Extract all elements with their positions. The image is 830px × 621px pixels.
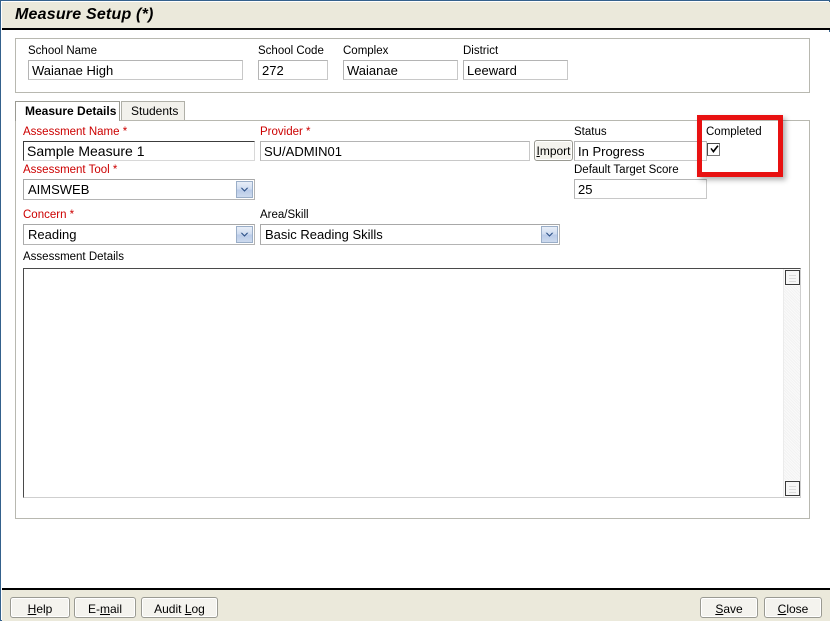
assessment-tool-label-text: Assessment Tool [23, 164, 110, 176]
assessment-tool-label: Assessment Tool * [23, 164, 117, 176]
email-pre: E- [87, 602, 100, 616]
save-post: ave [723, 602, 743, 616]
scrollbar-track[interactable] [784, 286, 800, 480]
provider-required-marker: * [306, 126, 311, 138]
window-title: Measure Setup (*) [15, 6, 154, 23]
checkmark-icon [710, 145, 719, 153]
district-input[interactable] [463, 60, 568, 80]
status-input[interactable] [574, 141, 707, 161]
measure-setup-window: Measure Setup (*) School Name School Cod… [0, 0, 830, 621]
close-button[interactable]: Close [764, 597, 822, 618]
assessment-tool-value: AIMSWEB [28, 182, 90, 197]
window-titlebar: Measure Setup (*) [2, 2, 830, 30]
window-content: School Name School Code Complex District… [2, 32, 830, 588]
import-button[interactable]: Import [534, 140, 573, 161]
area-skill-label: Area/Skill [260, 209, 309, 221]
scroll-up-button[interactable] [785, 270, 800, 285]
school-info-panel: School Name School Code Complex District [15, 38, 810, 93]
complex-input[interactable] [343, 60, 458, 80]
bottom-button-bar: Help E-mail Audit Log Save Close [2, 588, 830, 621]
completed-checkbox[interactable] [707, 143, 720, 156]
complex-label: Complex [343, 45, 389, 57]
school-code-label: School Code [258, 45, 324, 57]
assessment-details-text[interactable] [24, 269, 783, 497]
help-post: elp [36, 602, 53, 616]
area-skill-dropdown-button[interactable] [541, 226, 558, 243]
tabstrip: Measure Details Students [15, 101, 810, 121]
help-button-label: Help [11, 603, 69, 615]
area-skill-value: Basic Reading Skills [265, 227, 383, 242]
audit-log-post: og [191, 602, 205, 616]
save-button-label: Save [701, 603, 757, 615]
completed-label: Completed [706, 126, 762, 138]
concern-label-text: Concern [23, 209, 67, 221]
close-button-label: Close [765, 603, 821, 615]
provider-label: Provider * [260, 126, 311, 138]
help-button[interactable]: Help [10, 597, 70, 618]
provider-input[interactable] [260, 141, 530, 161]
assessment-tool-required-marker: * [112, 164, 118, 176]
assessment-details-label: Assessment Details [23, 251, 124, 263]
status-label: Status [574, 126, 607, 138]
email-post: ail [109, 602, 122, 616]
school-code-input[interactable] [258, 60, 328, 80]
concern-required-marker: * [69, 209, 75, 221]
email-mnemonic: m [99, 602, 110, 616]
assessment-name-required-marker: * [122, 126, 128, 138]
audit-log-pre: Audit [154, 602, 185, 616]
scroll-down-button[interactable] [785, 481, 800, 496]
email-button[interactable]: E-mail [74, 597, 136, 618]
assessment-tool-select[interactable]: AIMSWEB [23, 179, 255, 200]
assessment-details-field[interactable] [23, 268, 801, 498]
assessment-tool-dropdown-button[interactable] [236, 181, 253, 198]
tab-students[interactable]: Students [121, 101, 185, 121]
district-label: District [463, 45, 499, 57]
default-target-score-label: Default Target Score [574, 164, 679, 176]
assessment-details-scrollbar[interactable] [783, 269, 800, 497]
concern-label: Concern * [23, 209, 74, 221]
audit-log-mnemonic: L [184, 602, 192, 616]
area-skill-select[interactable]: Basic Reading Skills [260, 224, 560, 245]
default-target-score-input[interactable] [574, 179, 707, 199]
audit-log-button[interactable]: Audit Log [141, 597, 218, 618]
school-name-label: School Name [28, 45, 98, 57]
school-name-input[interactable] [28, 60, 243, 80]
save-button[interactable]: Save [700, 597, 758, 618]
import-rest: mport [539, 144, 571, 158]
chevron-down-icon [240, 232, 249, 237]
assessment-name-label-text: Assessment Name [23, 126, 120, 138]
provider-label-text: Provider [260, 126, 303, 138]
assessment-name-input[interactable] [23, 141, 255, 161]
email-button-label: E-mail [75, 603, 135, 615]
close-post: lose [786, 602, 809, 616]
chevron-down-icon [240, 187, 249, 192]
audit-log-button-label: Audit Log [142, 603, 217, 615]
chevron-down-icon [545, 232, 554, 237]
concern-dropdown-button[interactable] [236, 226, 253, 243]
import-button-label: Import [535, 145, 572, 157]
assessment-name-label: Assessment Name * [23, 126, 127, 138]
concern-select[interactable]: Reading [23, 224, 255, 245]
concern-value: Reading [28, 227, 77, 242]
measure-details-panel: Assessment Name * Assessment Tool * AIMS… [15, 120, 810, 519]
tab-measure-details[interactable]: Measure Details [15, 101, 120, 121]
